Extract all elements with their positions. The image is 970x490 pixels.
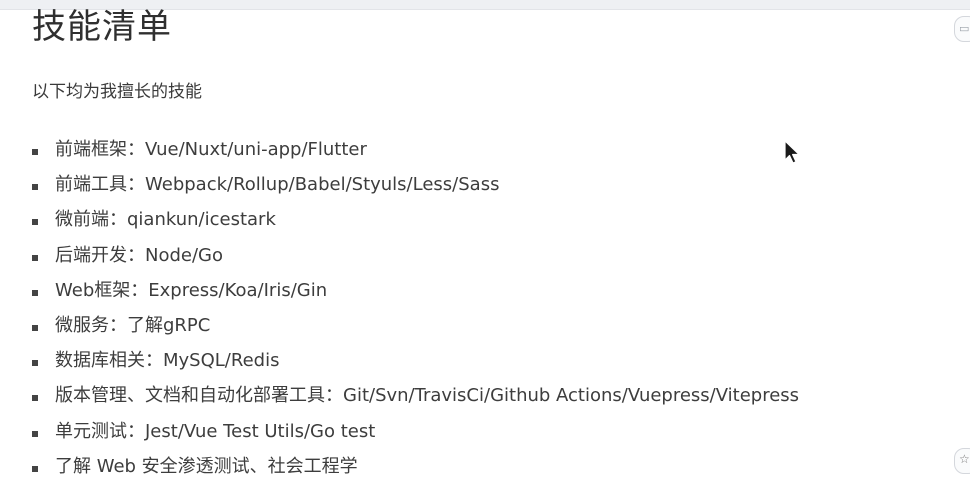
skill-item: 数据库相关：MySQL/Redis <box>32 349 932 384</box>
square-bullet-icon <box>32 289 38 296</box>
settings-button[interactable]: ☆ <box>954 448 970 474</box>
skill-text: 数据库相关：MySQL/Redis <box>55 350 280 372</box>
square-bullet-icon <box>32 360 38 367</box>
skill-item: 后端开发：Node/Go <box>32 244 932 279</box>
page-title: 技能清单 <box>32 7 172 47</box>
skill-text: 前端工具：Webpack/Rollup/Babel/Styuls/Less/Sa… <box>55 174 500 196</box>
panel-toggle-button[interactable]: ▭ <box>954 16 970 42</box>
square-bullet-icon <box>32 395 38 402</box>
mouse-pointer-icon <box>784 140 800 164</box>
skill-text: Web框架：Express/Koa/Iris/Gin <box>55 279 328 301</box>
square-bullet-icon <box>32 219 38 226</box>
settings-icon: ☆ <box>959 452 970 466</box>
skill-item: Web框架：Express/Koa/Iris/Gin <box>32 279 932 314</box>
intro-text: 以下均为我擅长的技能 <box>32 82 202 102</box>
main-content: 技能清单 以下均为我擅长的技能 前端框架：Vue/Nuxt/uni-app/Fl… <box>32 4 932 490</box>
skill-text: 前端框架：Vue/Nuxt/uni-app/Flutter <box>55 139 367 160</box>
skill-item: 微服务：了解gRPC <box>32 314 932 349</box>
skill-item: 前端工具：Webpack/Rollup/Babel/Styuls/Less/Sa… <box>32 173 932 208</box>
square-bullet-icon <box>32 430 38 437</box>
panel-toggle-icon: ▭ <box>959 22 970 35</box>
square-bullet-icon <box>32 149 38 155</box>
skill-list: 前端框架：Vue/Nuxt/uni-app/Flutter 前端工具：Webpa… <box>32 138 932 490</box>
skill-text: 了解 Web 安全渗透测试、社会工程学 <box>55 455 358 477</box>
skill-text: 微服务：了解gRPC <box>55 314 211 336</box>
square-bullet-icon <box>32 324 38 331</box>
square-bullet-icon <box>32 254 38 261</box>
skill-item: 单元测试：Jest/Vue Test Utils/Go test <box>32 420 932 455</box>
square-bullet-icon <box>32 184 38 191</box>
skill-item: 版本管理、文档和自动化部署工具：Git/Svn/TravisCi/Github … <box>32 384 932 419</box>
skill-item: 了解 Web 安全渗透测试、社会工程学 <box>32 455 932 490</box>
square-bullet-icon <box>32 465 38 472</box>
skill-text: 单元测试：Jest/Vue Test Utils/Go test <box>55 420 376 442</box>
skill-text: 版本管理、文档和自动化部署工具：Git/Svn/TravisCi/Github … <box>55 385 800 407</box>
skill-text: 微前端：qiankun/icestark <box>55 209 276 231</box>
skill-item: 微前端：qiankun/icestark <box>32 208 932 243</box>
skill-text: 后端开发：Node/Go <box>55 244 224 266</box>
